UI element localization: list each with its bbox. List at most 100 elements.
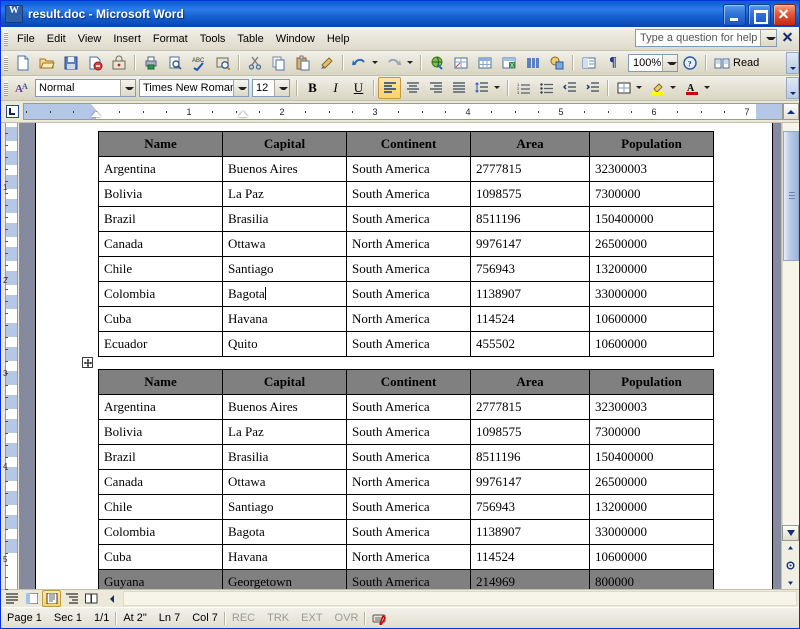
font-size-combo[interactable]: 12 <box>252 79 290 97</box>
open-icon[interactable] <box>35 52 59 75</box>
table-cell[interactable]: Brasilia <box>222 206 347 232</box>
horizontal-ruler[interactable]: 1 2 3 4 5 6 7 <box>23 103 783 120</box>
table-cell[interactable]: Quito <box>222 331 347 357</box>
table-cell[interactable]: 10600000 <box>589 544 714 570</box>
table-row[interactable]: Colombia Bagota South America 1138907 330000… <box>98 281 714 307</box>
menu-grip[interactable] <box>4 31 8 46</box>
highlight-dropdown-icon[interactable] <box>669 78 680 99</box>
decrease-indent-button[interactable] <box>558 77 581 99</box>
drawing-icon[interactable] <box>545 52 569 75</box>
table-cell[interactable]: North America <box>346 306 471 332</box>
line-spacing-button[interactable] <box>470 77 493 99</box>
table-cell[interactable]: 114524 <box>470 306 590 332</box>
table-cell[interactable]: North America <box>346 544 471 570</box>
scrollbar-track[interactable] <box>782 123 799 525</box>
minimize-button[interactable] <box>723 4 746 26</box>
table-header-cell[interactable]: Area <box>470 131 590 157</box>
mail-recipient-icon[interactable] <box>83 52 107 75</box>
scroll-down-button[interactable] <box>782 525 799 541</box>
menu-view[interactable]: View <box>72 31 108 47</box>
table-cell[interactable]: 32300003 <box>589 394 714 420</box>
table-cell[interactable]: Ottawa <box>222 469 347 495</box>
align-left-button[interactable] <box>378 77 401 99</box>
table-row[interactable]: Brazil Brasilia South America 8511196 150400… <box>98 206 714 232</box>
font-color-dropdown-icon[interactable] <box>703 78 714 99</box>
countries-table-1[interactable]: Name Capital Continent Area Population Argen… <box>98 131 714 357</box>
table-header-cell[interactable]: Continent <box>346 369 471 395</box>
table-header-cell[interactable]: Continent <box>346 131 471 157</box>
scrollbar-thumb[interactable] <box>783 131 799 261</box>
table-cell[interactable]: 8511196 <box>470 206 590 232</box>
formatting-toolbar-grip[interactable] <box>4 80 8 96</box>
outline-view-button[interactable] <box>62 590 81 607</box>
tables-borders-icon[interactable] <box>449 52 473 75</box>
redo-icon[interactable] <box>382 52 406 75</box>
table-cell[interactable]: South America <box>346 494 471 520</box>
table-cell[interactable]: 2777815 <box>470 394 590 420</box>
table-cell[interactable]: North America <box>346 469 471 495</box>
table-cell[interactable]: 150400000 <box>589 444 714 470</box>
table-cell[interactable]: South America <box>346 256 471 282</box>
table-cell[interactable]: La Paz <box>222 181 347 207</box>
bold-button[interactable]: B <box>301 77 324 99</box>
table-cell[interactable]: South America <box>346 156 471 182</box>
styles-and-formatting-icon[interactable]: AA <box>11 77 35 100</box>
menu-tools[interactable]: Tools <box>194 31 232 47</box>
table-cell[interactable]: Santiago <box>222 494 347 520</box>
vertical-ruler-row-segment[interactable] <box>6 271 17 285</box>
reading-layout-view-button[interactable] <box>82 590 101 607</box>
vertical-scrollbar[interactable] <box>781 123 799 589</box>
vertical-ruler-row-segment[interactable] <box>6 247 17 261</box>
document-map-icon[interactable] <box>577 52 601 75</box>
table-cell[interactable]: 9976147 <box>470 231 590 257</box>
italic-button[interactable]: I <box>324 77 347 99</box>
right-indent-marker[interactable] <box>238 111 249 117</box>
table-cell[interactable]: 10600000 <box>589 306 714 332</box>
table-cell[interactable]: Guyana <box>98 569 223 589</box>
bulleted-list-button[interactable] <box>535 77 558 99</box>
table-cell[interactable]: North America <box>346 231 471 257</box>
table-cell[interactable]: Argentina <box>98 156 223 182</box>
status-track-changes[interactable]: TRK <box>261 612 295 624</box>
table-cell[interactable]: South America <box>346 181 471 207</box>
table-cell[interactable]: South America <box>346 281 471 307</box>
table-cell[interactable]: Georgetown <box>222 569 347 589</box>
table-cell[interactable]: 1138907 <box>470 519 590 545</box>
help-icon[interactable]: ? <box>678 52 702 75</box>
table-cell[interactable]: 114524 <box>470 544 590 570</box>
table-cell[interactable]: South America <box>346 419 471 445</box>
web-layout-view-button[interactable] <box>22 590 41 607</box>
table-cell[interactable]: Havana <box>222 306 347 332</box>
table-cell[interactable]: Bagota <box>222 519 347 545</box>
table-cell[interactable]: 33000000 <box>589 281 714 307</box>
status-overtype[interactable]: OVR <box>329 612 365 624</box>
standard-toolbar-options-button[interactable] <box>786 52 799 74</box>
menu-edit[interactable]: Edit <box>41 31 72 47</box>
table-row[interactable]: Brazil Brasilia South America 8511196 150400… <box>98 444 714 470</box>
table-cell[interactable]: 150400000 <box>589 206 714 232</box>
table-cell[interactable]: Cuba <box>98 306 223 332</box>
formatting-toolbar-options-button[interactable] <box>786 77 799 99</box>
table-cell[interactable]: 32300003 <box>589 156 714 182</box>
table-cell[interactable]: Buenos Aires <box>222 394 347 420</box>
table-cell[interactable]: Bolivia <box>98 181 223 207</box>
standard-toolbar-grip[interactable] <box>4 55 8 71</box>
print-preview-icon[interactable] <box>163 52 187 75</box>
table-row[interactable]: Ecuador Quito South America 455502 10600000 <box>98 331 714 357</box>
table-cell[interactable]: 13200000 <box>589 494 714 520</box>
tab-stop-selector[interactable] <box>1 101 23 122</box>
table-row[interactable]: Chile Santiago South America 756943 13200000 <box>98 494 714 520</box>
undo-dropdown-icon[interactable] <box>371 53 382 74</box>
show-formatting-marks-icon[interactable]: ¶ <box>601 52 625 75</box>
table-cell[interactable]: Chile <box>98 256 223 282</box>
justify-button[interactable] <box>447 77 470 99</box>
vertical-ruler-row-segment[interactable] <box>6 199 17 213</box>
table-cell[interactable]: Canada <box>98 469 223 495</box>
table-header-cell[interactable]: Population <box>589 369 714 395</box>
table-cell[interactable]: Brazil <box>98 206 223 232</box>
close-button[interactable] <box>773 4 796 26</box>
status-extend-selection[interactable]: EXT <box>295 612 328 624</box>
read-button[interactable]: Read <box>710 56 763 70</box>
table-cell[interactable]: 26500000 <box>589 231 714 257</box>
table-row[interactable]: Canada Ottawa North America 9976147 26500000 <box>98 231 714 257</box>
